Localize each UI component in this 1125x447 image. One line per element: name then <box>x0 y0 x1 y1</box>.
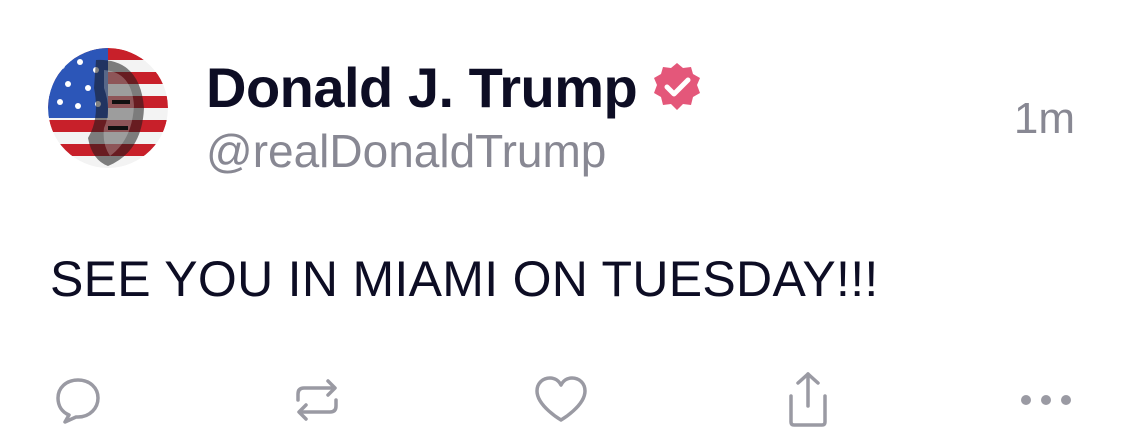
repost-arrows-icon <box>296 379 338 421</box>
post-timestamp: 1m <box>1013 94 1075 143</box>
repost-button[interactable] <box>287 370 347 430</box>
verified-badge-icon <box>654 63 701 110</box>
flag-portrait-avatar-icon <box>48 48 168 168</box>
share-upload-icon <box>789 372 827 427</box>
share-button[interactable] <box>778 370 838 430</box>
more-button[interactable] <box>1016 370 1076 430</box>
ellipsis-icon <box>1021 395 1071 405</box>
comment-bubble-icon <box>56 378 100 424</box>
avatar[interactable] <box>48 48 168 168</box>
author-display-name[interactable]: Donald J. Trump <box>206 55 638 120</box>
author-name-row: Donald J. Trump <box>206 52 703 122</box>
post-card: Donald J. Trump @realDonaldTrump 1m SEE … <box>0 0 1125 447</box>
author-handle[interactable]: @realDonaldTrump <box>206 124 606 178</box>
heart-icon <box>535 376 587 422</box>
post-text: SEE YOU IN MIAMI ON TUESDAY!!! <box>50 251 879 307</box>
like-button[interactable] <box>531 370 591 430</box>
reply-button[interactable] <box>48 370 108 430</box>
action-bar <box>0 370 1125 430</box>
